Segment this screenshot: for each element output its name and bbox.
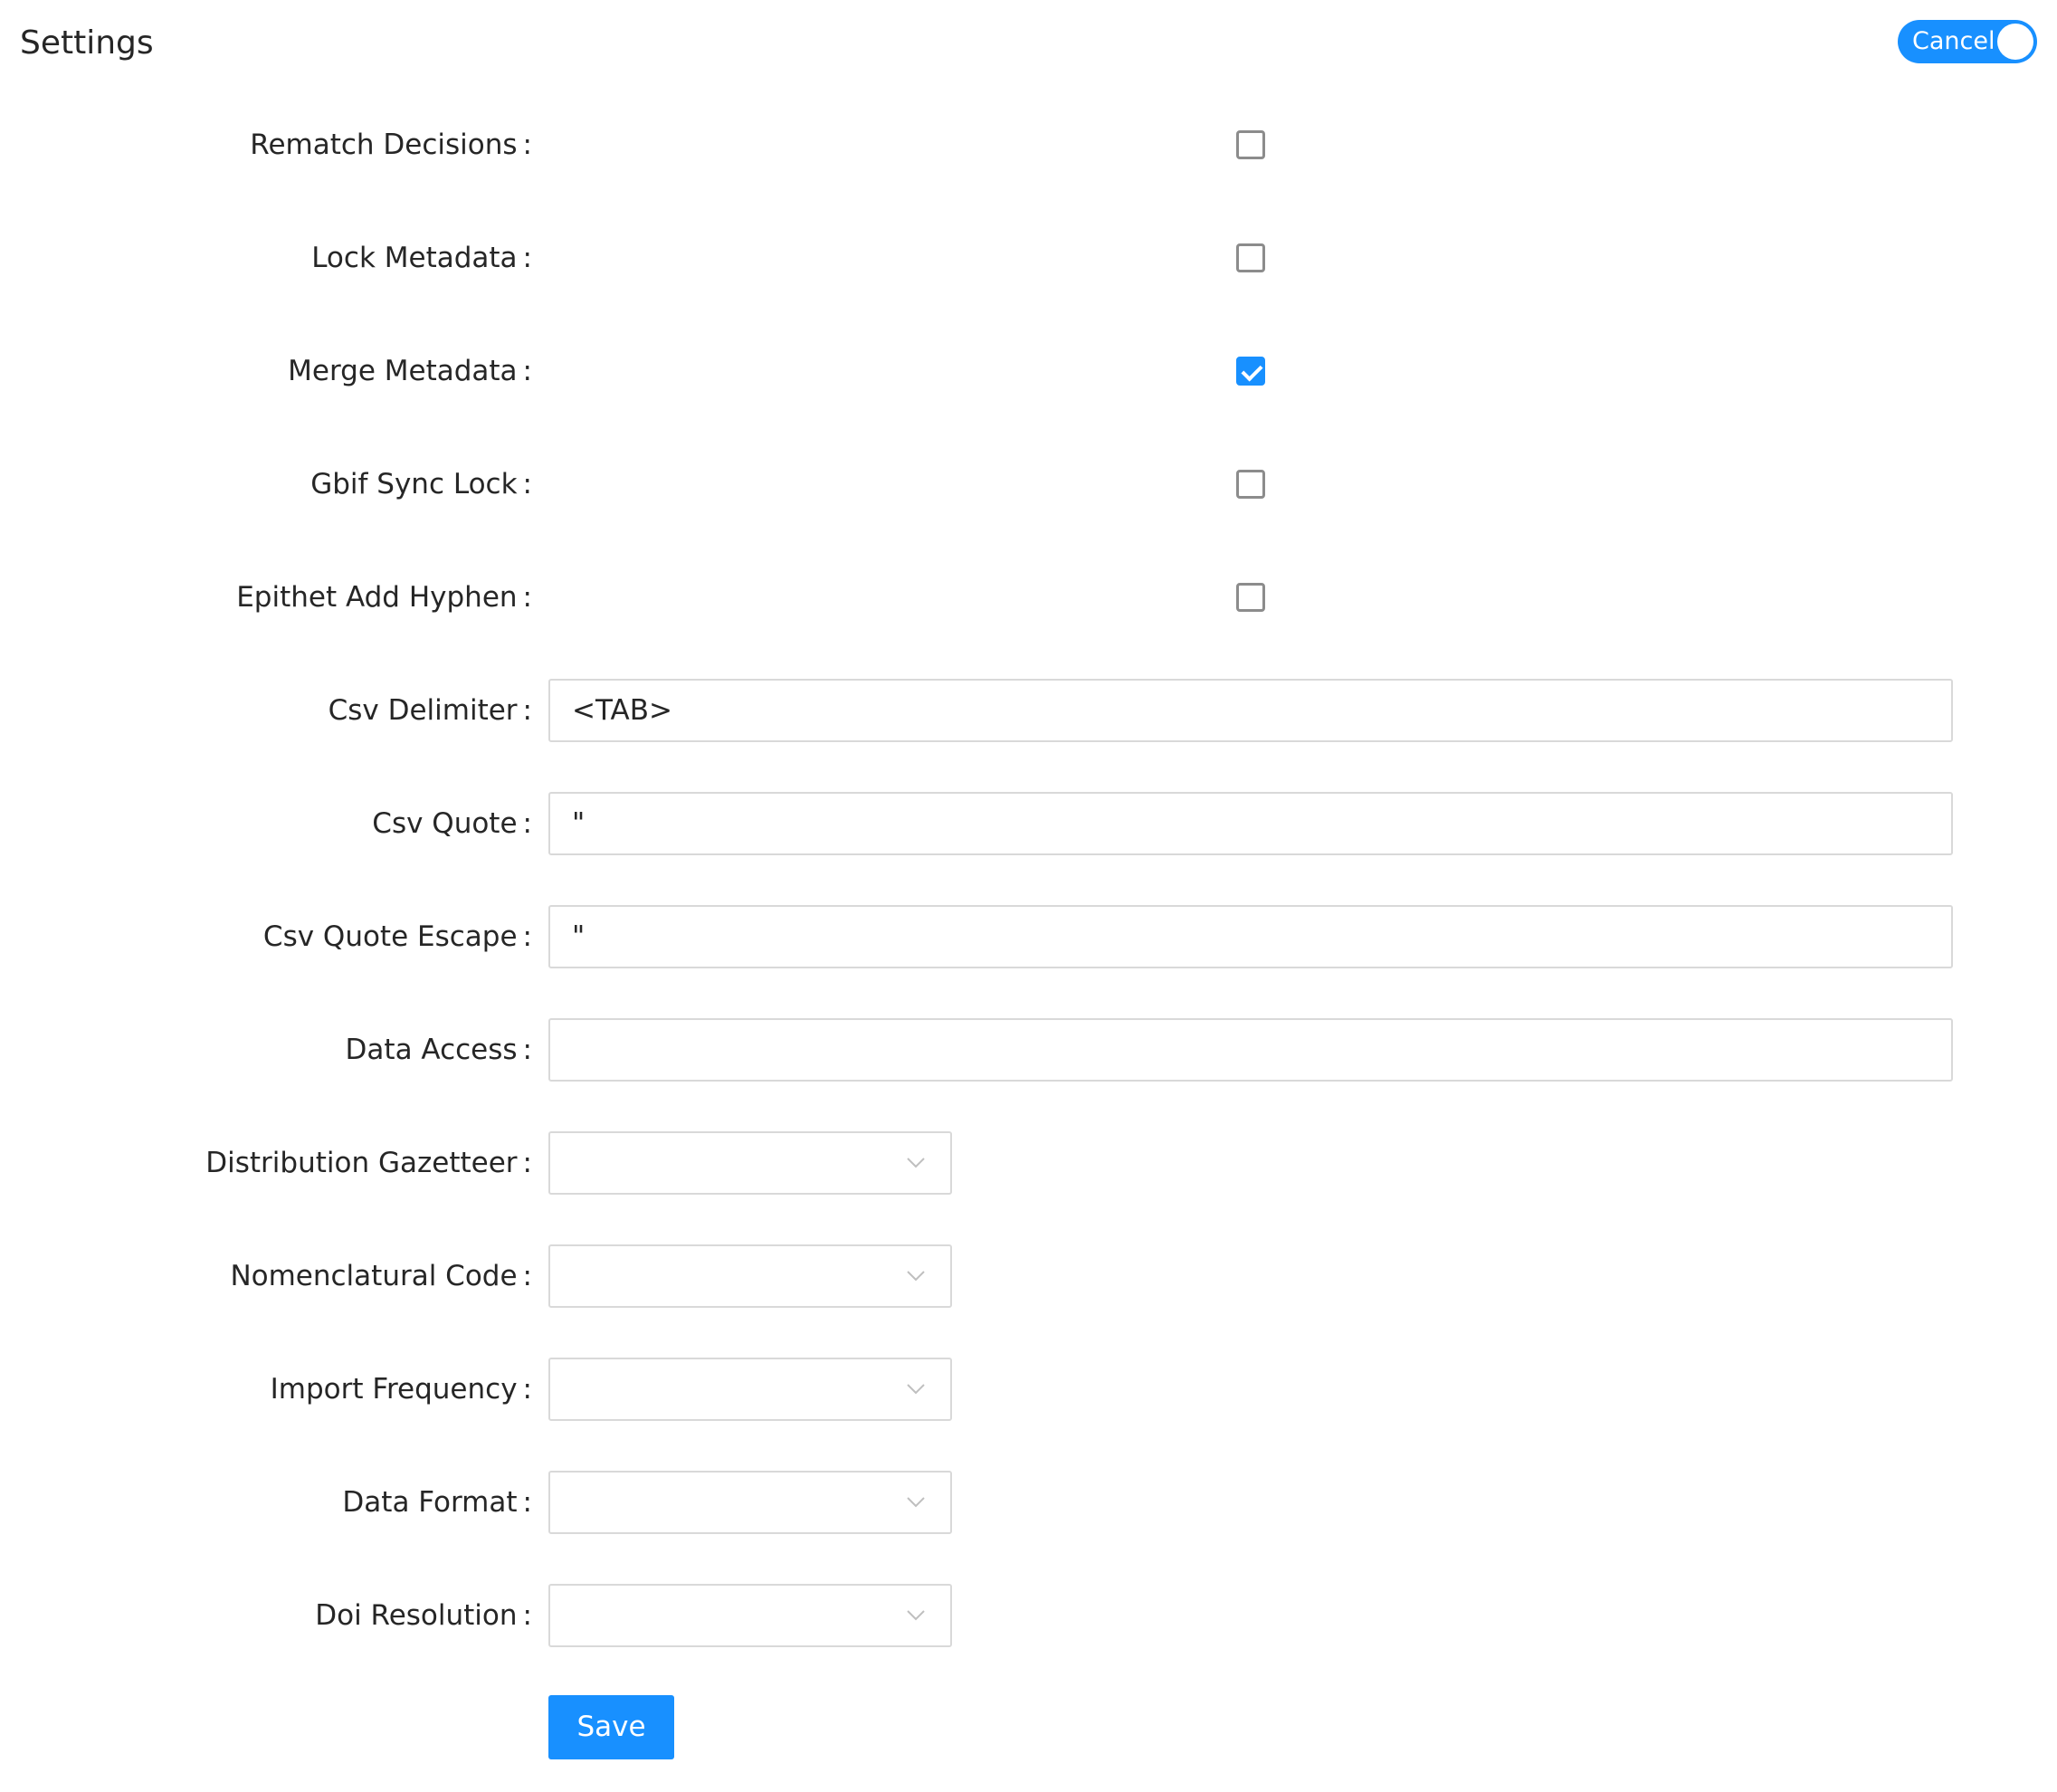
lock-metadata-label: Lock Metadata: bbox=[311, 242, 532, 274]
form-row-csv-quote-escape: Csv Quote Escape: bbox=[0, 905, 2057, 1018]
form-row-data-format: Data Format: bbox=[0, 1471, 2057, 1584]
form-row-data-access: Data Access: bbox=[0, 1018, 2057, 1131]
form-row-distribution-gazetteer: Distribution Gazetteer: bbox=[0, 1131, 2057, 1244]
csv-delimiter-input[interactable] bbox=[548, 679, 1953, 742]
form-row-doi-resolution: Doi Resolution: bbox=[0, 1584, 2057, 1697]
doi-resolution-select[interactable] bbox=[548, 1584, 952, 1647]
distribution-gazetteer-select[interactable] bbox=[548, 1131, 952, 1195]
epithet-add-hyphen-label: Epithet Add Hyphen: bbox=[236, 581, 532, 614]
form-row-import-frequency: Import Frequency: bbox=[0, 1358, 2057, 1471]
nomenclatural-code-label: Nomenclatural Code: bbox=[230, 1260, 532, 1292]
page-title: Settings bbox=[20, 24, 154, 62]
csv-quote-escape-label: Csv Quote Escape: bbox=[262, 920, 532, 953]
csv-quote-label: Csv Quote: bbox=[372, 807, 532, 840]
form-row-csv-quote: Csv Quote: bbox=[0, 792, 2057, 905]
settings-form: Rematch Decisions: Lock Metadata: Merge … bbox=[0, 113, 2057, 1697]
form-row-csv-delimiter: Csv Delimiter: bbox=[0, 679, 2057, 792]
rematch-decisions-label: Rematch Decisions: bbox=[250, 129, 532, 161]
rematch-decisions-checkbox[interactable] bbox=[1236, 130, 1265, 159]
settings-page: Settings Cancel Rematch Decisions: Lock … bbox=[0, 0, 2057, 1792]
chevron-down-icon bbox=[907, 1610, 925, 1621]
import-frequency-select[interactable] bbox=[548, 1358, 952, 1421]
chevron-down-icon bbox=[907, 1158, 925, 1168]
cancel-toggle-switch[interactable]: Cancel bbox=[1898, 20, 2037, 63]
merge-metadata-checkbox[interactable] bbox=[1236, 357, 1265, 386]
import-frequency-label: Import Frequency: bbox=[270, 1373, 532, 1406]
gbif-sync-lock-label: Gbif Sync Lock: bbox=[310, 468, 532, 500]
chevron-down-icon bbox=[907, 1384, 925, 1395]
gbif-sync-lock-checkbox[interactable] bbox=[1236, 470, 1265, 499]
form-row-lock-metadata: Lock Metadata: bbox=[0, 226, 2057, 339]
form-row-merge-metadata: Merge Metadata: bbox=[0, 339, 2057, 453]
csv-quote-input[interactable] bbox=[548, 792, 1953, 855]
data-format-select[interactable] bbox=[548, 1471, 952, 1534]
csv-delimiter-label: Csv Delimiter: bbox=[328, 694, 532, 727]
form-row-epithet-add-hyphen: Epithet Add Hyphen: bbox=[0, 566, 2057, 679]
csv-quote-escape-input[interactable] bbox=[548, 905, 1953, 968]
save-button[interactable]: Save bbox=[548, 1695, 674, 1759]
lock-metadata-checkbox[interactable] bbox=[1236, 243, 1265, 272]
merge-metadata-label: Merge Metadata: bbox=[288, 355, 532, 387]
data-access-input[interactable] bbox=[548, 1018, 1953, 1082]
data-access-label: Data Access: bbox=[345, 1034, 532, 1066]
cancel-toggle-label: Cancel bbox=[1912, 27, 1995, 55]
chevron-down-icon bbox=[907, 1497, 925, 1508]
epithet-add-hyphen-checkbox[interactable] bbox=[1236, 583, 1265, 612]
toggle-knob bbox=[1997, 24, 2033, 60]
settings-header: Settings Cancel bbox=[20, 16, 2037, 71]
nomenclatural-code-select[interactable] bbox=[548, 1244, 952, 1308]
distribution-gazetteer-label: Distribution Gazetteer: bbox=[205, 1147, 532, 1179]
data-format-label: Data Format: bbox=[342, 1486, 532, 1519]
form-row-nomenclatural-code: Nomenclatural Code: bbox=[0, 1244, 2057, 1358]
chevron-down-icon bbox=[907, 1271, 925, 1282]
form-row-gbif-sync-lock: Gbif Sync Lock: bbox=[0, 453, 2057, 566]
form-row-rematch-decisions: Rematch Decisions: bbox=[0, 113, 2057, 226]
doi-resolution-label: Doi Resolution: bbox=[315, 1599, 532, 1632]
